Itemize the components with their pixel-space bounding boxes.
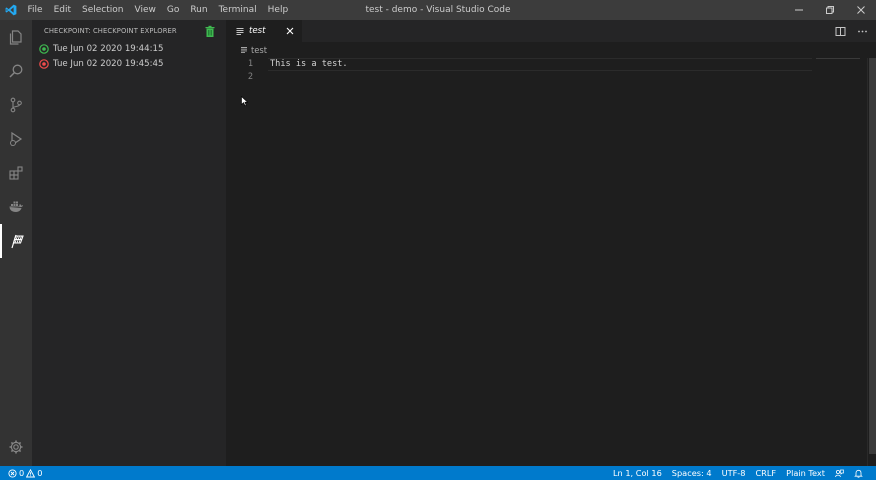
search-icon [9,64,23,78]
checkpoint-label: Tue Jun 02 2020 19:44:15 [53,44,164,54]
menu-edit[interactable]: Edit [48,0,76,20]
more-actions-button[interactable] [856,25,868,37]
checkpoint-current-icon [39,44,49,54]
trash-icon[interactable] [204,25,216,38]
activity-run-debug[interactable] [0,122,32,156]
activity-extensions[interactable] [0,156,32,190]
breadcrumb: test [226,42,876,58]
activity-checkpoint[interactable] [0,224,32,258]
tab-label: test [249,26,266,36]
breadcrumb-item[interactable]: test [251,45,267,55]
sidebar-header: CHECKPOINT: CHECKPOINT EXPLORER [32,20,226,42]
menu-run[interactable]: Run [185,0,213,20]
status-bar: 0 0 Ln 1, Col 16 Spaces: 4 UTF-8 CRLF Pl… [0,466,876,480]
feedback-icon [835,469,844,478]
editor-actions [834,20,868,42]
menu-bar: File Edit Selection View Go Run Terminal… [22,0,294,20]
mouse-pointer-icon [241,96,249,107]
title-bar: File Edit Selection View Go Run Terminal… [0,0,876,20]
close-icon [856,6,865,14]
feedback-button[interactable] [830,466,849,480]
plain-text-file-icon [236,28,244,35]
editor-line: 1 This is a test. [226,58,867,71]
problems-indicator[interactable]: 0 0 [8,466,42,480]
restore-icon [825,6,834,14]
files-icon [9,30,22,45]
tab-test[interactable]: test [226,20,302,42]
menu-file[interactable]: File [22,0,48,20]
sidebar-title: CHECKPOINT: CHECKPOINT EXPLORER [44,27,177,35]
error-icon [8,468,17,478]
error-count: 0 [19,468,25,478]
menu-go[interactable]: Go [161,0,184,20]
cursor-position[interactable]: Ln 1, Col 16 [608,466,667,480]
checkpoint-label: Tue Jun 02 2020 19:45:45 [53,59,164,69]
checkpoint-other-icon [39,59,49,69]
line-text: This is a test. [270,59,348,69]
menu-terminal[interactable]: Terminal [213,0,262,20]
activity-explorer[interactable] [0,20,32,54]
activity-manage[interactable] [0,430,32,464]
notifications-button[interactable] [849,466,868,480]
vertical-scrollbar[interactable] [867,58,876,466]
activity-source-control[interactable] [0,88,32,122]
scrollbar-thumb[interactable] [869,58,876,454]
activity-search[interactable] [0,54,32,88]
docker-icon [9,201,23,212]
restore-button[interactable] [814,0,845,20]
encoding[interactable]: UTF-8 [717,466,751,480]
warning-icon [26,468,36,477]
checkpoint-item[interactable]: Tue Jun 02 2020 19:45:45 [32,57,226,71]
bell-icon [854,469,863,478]
ellipsis-icon [857,30,867,32]
minimize-icon [794,9,803,11]
editor-line: 2 [226,71,867,84]
settings-gear-icon [9,440,23,454]
line-number: 2 [247,71,253,82]
sidebar: CHECKPOINT: CHECKPOINT EXPLORER Tue Jun … [32,20,226,466]
menu-help[interactable]: Help [262,0,294,20]
language-mode[interactable]: Plain Text [781,466,830,480]
menu-view[interactable]: View [129,0,161,20]
split-editor-icon [835,26,845,36]
checkpoint-item[interactable]: Tue Jun 02 2020 19:44:15 [32,42,226,56]
split-editor-button[interactable] [834,25,846,37]
status-bar-right: Ln 1, Col 16 Spaces: 4 UTF-8 CRLF Plain … [608,466,868,480]
minimap-line [816,58,860,59]
close-icon[interactable] [284,25,296,37]
activity-bar [0,20,32,466]
editor-tabs-bar: test [226,20,876,42]
minimize-button[interactable] [783,0,814,20]
vscode-logo-icon [0,0,22,20]
run-debug-icon [10,131,23,147]
source-control-icon [10,97,22,113]
plain-text-file-icon [241,47,247,54]
indentation[interactable]: Spaces: 4 [667,466,717,480]
close-window-button[interactable] [845,0,876,20]
current-line-highlight [268,58,812,71]
checkpoint-icon [11,234,24,249]
warning-count: 0 [37,468,43,478]
extensions-icon [9,166,23,180]
text-editor[interactable]: 1 This is a test. 2 [226,58,867,466]
window-controls [783,0,876,20]
activity-docker[interactable] [0,190,32,224]
menu-selection[interactable]: Selection [77,0,129,20]
end-of-line[interactable]: CRLF [750,466,781,480]
line-number: 1 [247,59,253,69]
